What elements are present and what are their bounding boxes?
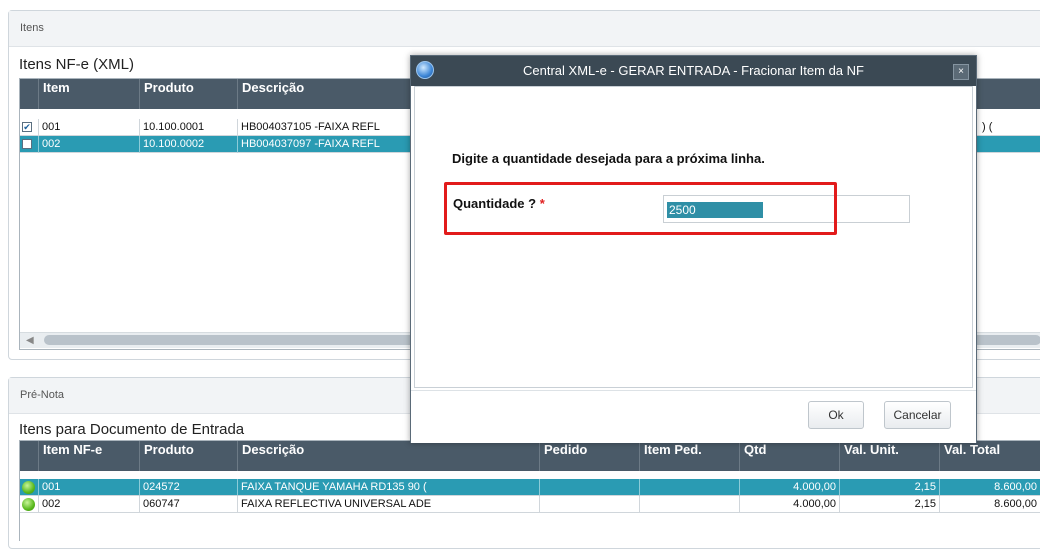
highlight-annotation-box — [444, 182, 837, 235]
cell-item-ped — [640, 496, 740, 513]
cell-val-unit: 2,15 — [840, 479, 940, 496]
cell-val-total: 8.600,00 — [940, 496, 1040, 513]
cell-qtd: 4.000,00 — [740, 479, 840, 496]
cell-item: 002 — [39, 136, 140, 153]
cell-pedido — [540, 479, 640, 496]
col-header-val-total[interactable]: Val. Total — [940, 441, 1040, 471]
checkbox-unchecked-icon[interactable] — [22, 139, 32, 149]
row-gutter-header — [20, 79, 39, 109]
row-gutter: ✔ — [20, 119, 39, 136]
cell-item-nfe: 002 — [39, 496, 140, 513]
checkbox-checked-icon[interactable]: ✔ — [22, 122, 32, 132]
cell-item: 001 — [39, 119, 140, 136]
cell-qtd: 4.000,00 — [740, 496, 840, 513]
col-header-pedido[interactable]: Pedido — [540, 441, 640, 471]
row-gutter-header — [20, 441, 39, 471]
col-header-val-unit[interactable]: Val. Unit. — [840, 441, 940, 471]
scroll-left-arrow-icon[interactable]: ◀ — [26, 333, 34, 348]
cancel-button[interactable]: Cancelar — [884, 401, 951, 429]
cell-descricao: FAIXA TANQUE YAMAHA RD135 90 ( — [238, 479, 540, 496]
col-header-produto[interactable]: Produto — [140, 441, 238, 471]
app-logo-icon — [416, 61, 434, 79]
dialog-titlebar[interactable]: Central XML-e - GERAR ENTRADA - Fraciona… — [411, 56, 976, 86]
col-header-produto[interactable]: Produto — [140, 79, 238, 109]
col-header-item-nfe[interactable]: Item NF-e — [39, 441, 140, 471]
itens-grid-title: Itens NF-e (XML) — [19, 56, 135, 73]
cell-produto: 024572 — [140, 479, 238, 496]
col-header-qtd[interactable]: Qtd — [740, 441, 840, 471]
ok-button[interactable]: Ok — [808, 401, 864, 429]
row-gutter — [20, 136, 39, 153]
fracionar-dialog: Central XML-e - GERAR ENTRADA - Fraciona… — [410, 55, 977, 443]
cell-val-unit: 2,15 — [840, 496, 940, 513]
cell-produto: 060747 — [140, 496, 238, 513]
dialog-body — [414, 86, 973, 388]
row-gutter — [20, 479, 39, 496]
cell-item-nfe: 001 — [39, 479, 140, 496]
cell-overflow-text: ) ( — [982, 121, 993, 133]
col-header-item[interactable]: Item — [39, 79, 140, 109]
col-header-item-ped[interactable]: Item Ped. — [640, 441, 740, 471]
cell-produto: 10.100.0002 — [140, 136, 238, 153]
status-green-icon — [22, 498, 35, 511]
close-icon[interactable]: × — [953, 64, 969, 80]
cell-descricao: FAIXA REFLECTIVA UNIVERSAL ADE — [238, 496, 540, 513]
col-header-descricao[interactable]: Descrição — [238, 441, 540, 471]
cell-item-ped — [640, 479, 740, 496]
itens-panel-title: Itens — [9, 11, 1040, 47]
cell-pedido — [540, 496, 640, 513]
dialog-title: Central XML-e - GERAR ENTRADA - Fraciona… — [523, 63, 864, 78]
dialog-prompt: Digite a quantidade desejada para a próx… — [452, 151, 765, 166]
cell-produto: 10.100.0001 — [140, 119, 238, 136]
table-row-selected[interactable]: 001 024572 FAIXA TANQUE YAMAHA RD135 90 … — [20, 479, 1040, 496]
row-gutter — [20, 496, 39, 513]
prenota-grid: Item NF-e Produto Descrição Pedido Item … — [19, 440, 1040, 541]
prenota-grid-title: Itens para Documento de Entrada — [19, 421, 245, 438]
status-green-icon — [22, 481, 35, 494]
cell-val-total: 8.600,00 — [940, 479, 1040, 496]
table-row[interactable]: 002 060747 FAIXA REFLECTIVA UNIVERSAL AD… — [20, 496, 1040, 513]
dialog-footer: Ok Cancelar — [411, 390, 976, 443]
